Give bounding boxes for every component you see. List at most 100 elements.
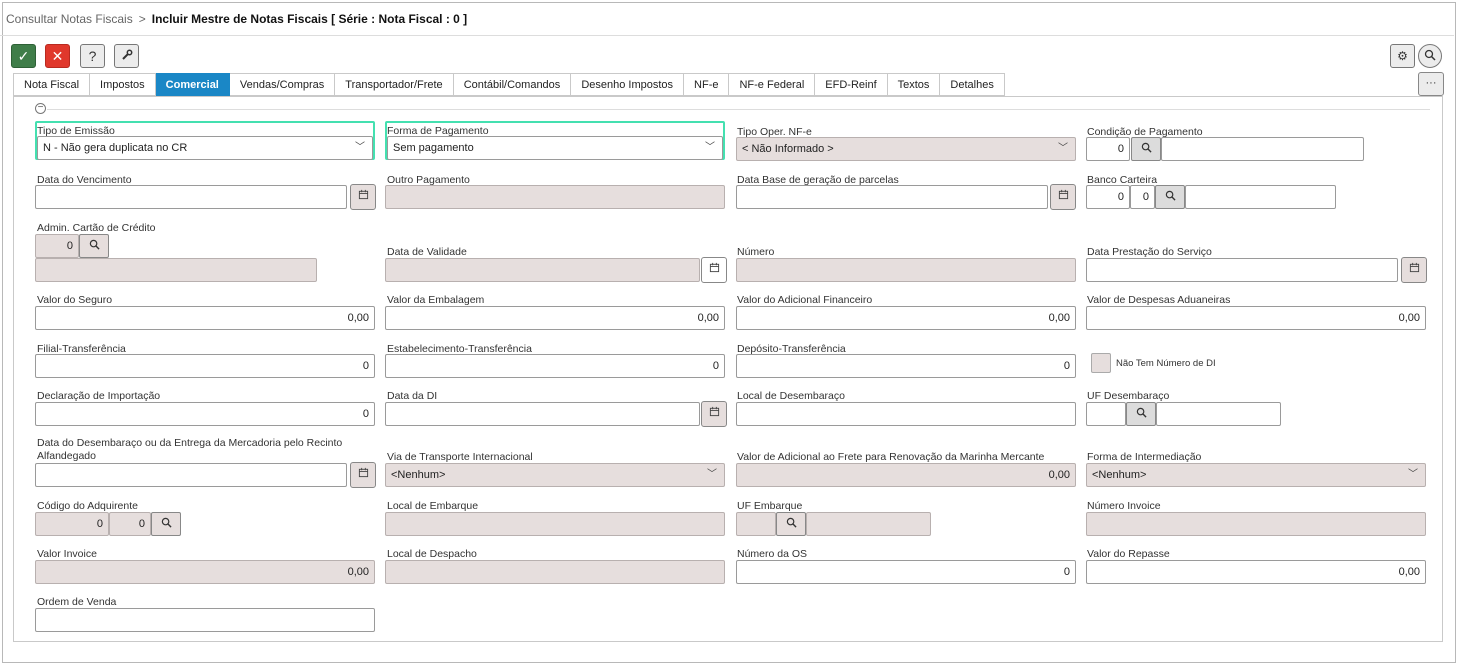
local-desembaraco-label: Local de Desembaraço xyxy=(737,390,845,402)
codigo-adquirente-search-button[interactable] xyxy=(151,512,181,536)
valor-adicional-frete-label: Valor de Adicional ao Frete para Renovaç… xyxy=(737,451,1045,463)
forma-intermediacao-label: Forma de Intermediação xyxy=(1087,451,1202,463)
search-button[interactable] xyxy=(1418,44,1442,68)
calendar-icon[interactable] xyxy=(350,184,376,210)
data-prestacao-input[interactable] xyxy=(1086,258,1398,282)
data-desembaraco-label: Data do Desembaraço ou da Entrega da Mer… xyxy=(37,437,343,449)
forma-pagamento-select[interactable]: Sem pagamento ﹀ xyxy=(387,136,723,160)
chevron-down-icon: ﹀ xyxy=(355,142,365,153)
local-desembaraco-input[interactable] xyxy=(736,402,1076,426)
local-despacho-label: Local de Despacho xyxy=(387,548,477,560)
local-embarque-label: Local de Embarque xyxy=(387,500,479,512)
tab-comercial[interactable]: Comercial xyxy=(155,73,230,96)
banco-carteira-search-button[interactable] xyxy=(1155,185,1185,209)
ordem-venda-label: Ordem de Venda xyxy=(37,596,117,608)
search-icon xyxy=(161,517,172,531)
more-options-button[interactable]: ··· xyxy=(1418,72,1444,96)
check-icon: ✓ xyxy=(17,47,30,64)
tab-efd-reinf[interactable]: EFD-Reinf xyxy=(815,73,888,96)
tab-transportador-frete[interactable]: Transportador/Frete xyxy=(335,73,454,96)
ordem-venda-input[interactable] xyxy=(35,608,375,632)
tab-contabil-comandos[interactable]: Contábil/Comandos xyxy=(453,73,572,96)
banco-carteira-code2[interactable]: 0 xyxy=(1130,185,1155,209)
data-prestacao-label: Data Prestação do Serviço xyxy=(1087,246,1212,258)
filial-transferencia-input[interactable]: 0 xyxy=(35,354,375,378)
tab-desenho-impostos[interactable]: Desenho Impostos xyxy=(571,73,685,96)
data-validade-input[interactable] xyxy=(385,258,700,282)
estabelecimento-transferencia-input[interactable]: 0 xyxy=(385,354,725,378)
via-transporte-label: Via de Transporte Internacional xyxy=(387,451,533,463)
deposito-transferencia-input[interactable]: 0 xyxy=(736,354,1076,378)
tipo-oper-nfe-select[interactable]: < Não Informado > ﹀ xyxy=(736,137,1076,161)
question-icon: ? xyxy=(88,48,97,64)
uf-desembaraco-search-button[interactable] xyxy=(1126,402,1156,426)
tab-textos[interactable]: Textos xyxy=(887,73,941,96)
nao-tem-numero-di-checkbox[interactable] xyxy=(1091,353,1111,373)
uf-embarque-code[interactable] xyxy=(736,512,776,536)
tools-button[interactable] xyxy=(114,44,139,68)
local-embarque-input[interactable] xyxy=(385,512,725,536)
tab-nfe[interactable]: NF-e xyxy=(684,73,730,96)
breadcrumb: Consultar Notas Fiscais > Incluir Mestre d… xyxy=(6,12,467,26)
condicao-pagamento-search-button[interactable] xyxy=(1131,137,1161,161)
calendar-icon[interactable] xyxy=(1050,184,1076,210)
tab-bar: Nota Fiscal Impostos Comercial Vendas/Co… xyxy=(13,73,1005,96)
valor-repasse-input[interactable]: 0,00 xyxy=(1086,560,1426,584)
breadcrumb-parent[interactable]: Consultar Notas Fiscais xyxy=(6,12,133,26)
forma-intermediacao-select[interactable]: <Nenhum> ﹀ xyxy=(1086,463,1426,487)
valor-invoice-input[interactable]: 0,00 xyxy=(35,560,375,584)
numero-os-input[interactable]: 0 xyxy=(736,560,1076,584)
outro-pagamento-input[interactable] xyxy=(385,185,725,209)
local-despacho-input[interactable] xyxy=(385,560,725,584)
banco-carteira-code1[interactable]: 0 xyxy=(1086,185,1130,209)
valor-invoice-label: Valor Invoice xyxy=(37,548,97,560)
uf-desembaraco-desc[interactable] xyxy=(1156,402,1281,426)
tab-vendas-compras[interactable]: Vendas/Compras xyxy=(229,73,336,96)
numero-input[interactable] xyxy=(736,258,1076,282)
calendar-icon[interactable] xyxy=(701,401,727,427)
uf-embarque-desc[interactable] xyxy=(806,512,931,536)
data-base-parcelas-input[interactable] xyxy=(736,185,1048,209)
cancel-button[interactable]: ✕ xyxy=(45,44,70,68)
condicao-pagamento-code[interactable]: 0 xyxy=(1086,137,1130,161)
via-transporte-select[interactable]: <Nenhum> ﹀ xyxy=(385,463,725,487)
codigo-adquirente-code1[interactable]: 0 xyxy=(35,512,109,536)
tipo-emissao-select[interactable]: N - Não gera duplicata no CR ﹀ xyxy=(37,136,373,160)
tab-nota-fiscal[interactable]: Nota Fiscal xyxy=(13,73,91,96)
search-icon xyxy=(1165,190,1176,204)
valor-adicional-frete-input[interactable]: 0,00 xyxy=(736,463,1076,487)
uf-desembaraco-code[interactable] xyxy=(1086,402,1126,426)
uf-embarque-label: UF Embarque xyxy=(737,500,803,512)
data-vencimento-input[interactable] xyxy=(35,185,347,209)
admin-cartao-code[interactable]: 0 xyxy=(35,234,79,258)
settings-button[interactable]: ⚙ xyxy=(1390,44,1415,68)
data-desembaraco-input[interactable] xyxy=(35,463,347,487)
valor-adicional-financeiro-input[interactable]: 0,00 xyxy=(736,306,1076,330)
help-button[interactable]: ? xyxy=(80,44,105,68)
codigo-adquirente-label: Código do Adquirente xyxy=(37,500,138,512)
calendar-icon[interactable] xyxy=(1401,257,1427,283)
admin-cartao-search-button[interactable] xyxy=(79,234,109,258)
data-desembaraco-label-line2: Alfandegado xyxy=(37,450,96,462)
valor-despesas-aduaneiras-input[interactable]: 0,00 xyxy=(1086,306,1426,330)
tab-impostos[interactable]: Impostos xyxy=(90,73,156,96)
collapse-icon[interactable]: − xyxy=(35,103,46,114)
banco-carteira-desc[interactable] xyxy=(1185,185,1336,209)
uf-embarque-search-button[interactable] xyxy=(776,512,806,536)
valor-embalagem-input[interactable]: 0,00 xyxy=(385,306,725,330)
numero-label: Número xyxy=(737,246,775,258)
search-icon xyxy=(1136,407,1147,421)
numero-invoice-input[interactable] xyxy=(1086,512,1426,536)
data-di-input[interactable] xyxy=(385,402,700,426)
confirm-button[interactable]: ✓ xyxy=(11,44,36,68)
tab-nfe-federal[interactable]: NF-e Federal xyxy=(729,73,816,96)
tab-detalhes[interactable]: Detalhes xyxy=(940,73,1005,96)
declaracao-importacao-input[interactable]: 0 xyxy=(35,402,375,426)
calendar-icon[interactable] xyxy=(350,462,376,488)
valor-despesas-aduaneiras-label: Valor de Despesas Aduaneiras xyxy=(1087,294,1231,306)
condicao-pagamento-desc[interactable] xyxy=(1161,137,1364,161)
admin-cartao-desc[interactable] xyxy=(35,258,317,282)
codigo-adquirente-code2[interactable]: 0 xyxy=(109,512,151,536)
calendar-icon[interactable] xyxy=(701,257,727,283)
valor-seguro-input[interactable]: 0,00 xyxy=(35,306,375,330)
